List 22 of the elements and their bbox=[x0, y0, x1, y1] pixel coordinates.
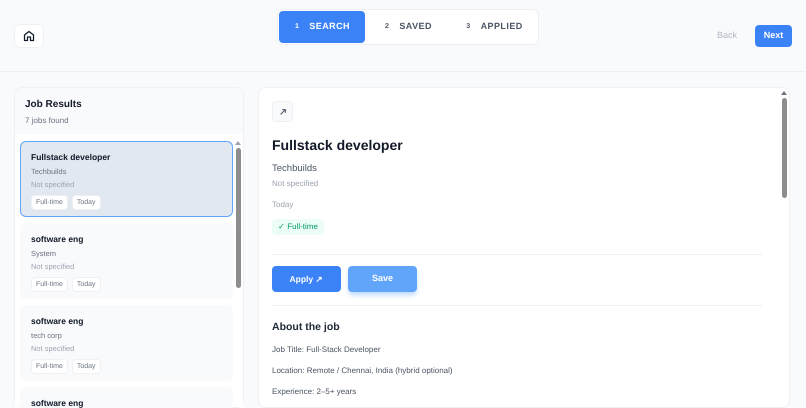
job-title: Fullstack developer bbox=[31, 152, 112, 163]
open-link-button[interactable] bbox=[272, 101, 293, 122]
home-icon bbox=[23, 30, 35, 42]
apply-button[interactable]: Apply ↗ bbox=[272, 266, 341, 292]
home-button[interactable] bbox=[14, 24, 44, 48]
job-title: software eng bbox=[31, 398, 84, 408]
detail-title: Fullstack developer bbox=[272, 136, 404, 154]
job-card[interactable]: software eng bbox=[20, 387, 233, 408]
job-title: software eng bbox=[31, 316, 84, 327]
posted-date: Today bbox=[272, 200, 294, 210]
next-button[interactable]: Next bbox=[755, 25, 792, 47]
detail-company: Techbuilds bbox=[272, 163, 318, 175]
panel-title: Job Results bbox=[25, 98, 83, 112]
description-line: Location: Remote / Chennai, India (hybrid optional) bbox=[272, 366, 454, 376]
detail-salary: Not specified bbox=[272, 179, 320, 189]
description-line: Experience: 2–5+ years bbox=[272, 387, 358, 397]
job-title: software eng bbox=[31, 234, 84, 245]
external-link-icon bbox=[278, 108, 286, 116]
job-type-badge: ✓ Full-time bbox=[272, 219, 324, 235]
description-line: Job Title: Full-Stack Developer bbox=[272, 345, 382, 355]
results-count: 7 jobs found bbox=[25, 115, 70, 127]
section-heading: About the job bbox=[272, 321, 341, 334]
